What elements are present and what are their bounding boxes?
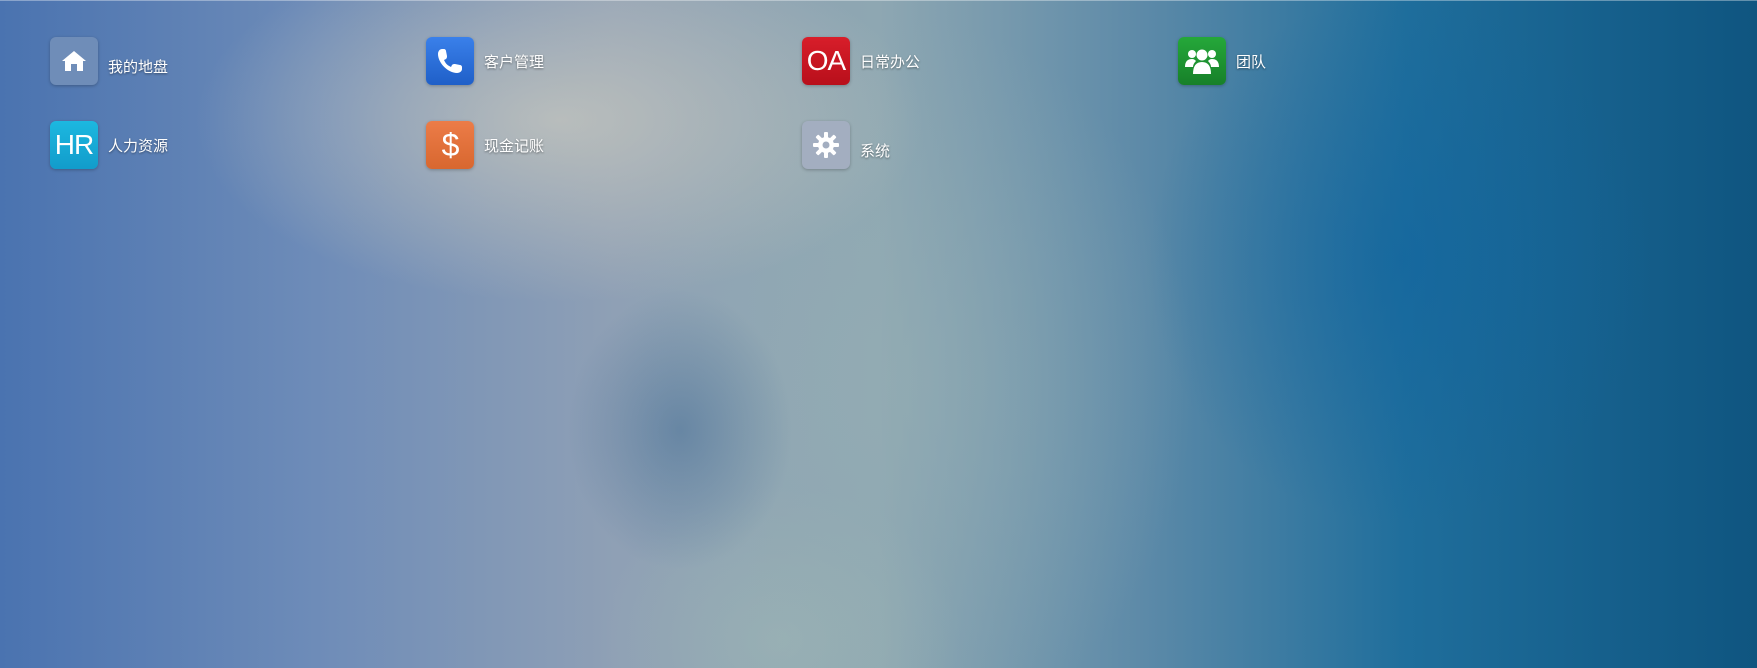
app-label: 团队 bbox=[1236, 52, 1267, 71]
app-human-resources[interactable]: HR 人力资源 bbox=[50, 121, 426, 169]
app-label: 人力资源 bbox=[108, 136, 169, 155]
app-team[interactable]: 团队 bbox=[1178, 37, 1554, 85]
app-daily-office[interactable]: OA 日常办公 bbox=[802, 37, 1178, 85]
app-label: 日常办公 bbox=[860, 52, 921, 71]
top-border bbox=[0, 0, 1757, 1]
app-cash-bookkeeping[interactable]: $ 现金记账 bbox=[426, 121, 802, 169]
oa-icon: OA bbox=[802, 37, 850, 85]
dollar-icon: $ bbox=[426, 121, 474, 169]
app-my-space[interactable]: 我的地盘 bbox=[50, 37, 426, 85]
team-icon bbox=[1178, 37, 1226, 85]
app-label: 现金记账 bbox=[484, 136, 545, 155]
desktop-app-grid: 我的地盘 客户管理 OA 日常办公 团队 HR 人力资源 $ 现金记账 系统 bbox=[50, 37, 1700, 205]
home-icon bbox=[50, 37, 98, 85]
app-label: 客户管理 bbox=[484, 52, 545, 71]
app-label: 我的地盘 bbox=[108, 57, 169, 76]
phone-icon bbox=[426, 37, 474, 85]
hr-icon: HR bbox=[50, 121, 98, 169]
app-label: 系统 bbox=[860, 141, 891, 160]
gear-icon bbox=[802, 121, 850, 169]
app-customer-management[interactable]: 客户管理 bbox=[426, 37, 802, 85]
app-system[interactable]: 系统 bbox=[802, 121, 1178, 169]
